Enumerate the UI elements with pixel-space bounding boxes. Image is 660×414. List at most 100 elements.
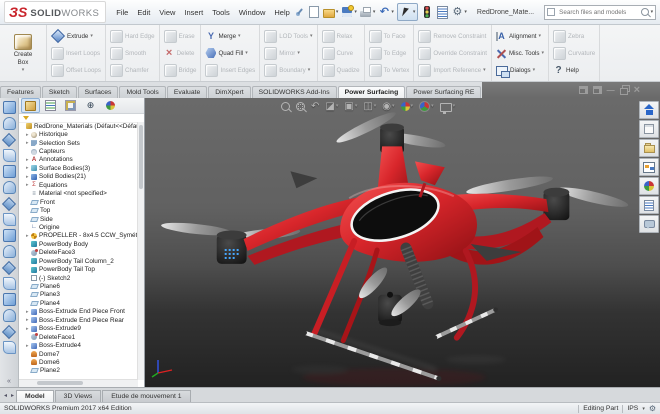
ribbon-to-face[interactable]: To Face	[367, 28, 412, 45]
tree-item-historique[interactable]: ▸Historique	[19, 130, 138, 138]
status-options-icon[interactable]: ⚙	[649, 404, 656, 414]
tree-item-annotations[interactable]: ▸Annotations	[19, 156, 138, 164]
tree-item-dome7[interactable]: Dome7	[19, 350, 138, 358]
tree-item-side[interactable]: Side	[19, 215, 138, 223]
menu-file[interactable]: File	[116, 8, 128, 17]
previous-window-button[interactable]	[579, 85, 588, 95]
tab-power-surfacing[interactable]: Power Surfacing	[338, 86, 406, 98]
swept-surface-button[interactable]	[1, 148, 17, 163]
ribbon-offset-loops[interactable]: Offset Loops	[49, 62, 103, 79]
ribbon-insert-edges[interactable]: Insert Edges	[203, 62, 257, 79]
dropdown-caret[interactable]: ▾	[431, 101, 434, 112]
ribbon-bridge[interactable]: Bridge	[162, 62, 199, 79]
select-button[interactable]: ▾	[397, 3, 419, 21]
view-settings-button[interactable]: ▾	[440, 101, 456, 112]
ribbon-curvature[interactable]: Curvature	[551, 45, 597, 62]
file-explorer-button[interactable]	[639, 139, 659, 157]
ribbon-override-constraint[interactable]: Override Constraint	[416, 45, 489, 62]
tab-property-manager[interactable]	[41, 98, 60, 113]
ribbon-boundary[interactable]: Boundary▾	[262, 62, 314, 79]
tree-item-front[interactable]: Front	[19, 198, 138, 206]
edit-appearance-button[interactable]: ▾	[401, 101, 414, 112]
view-palette-button[interactable]	[639, 158, 659, 176]
ribbon-remove-constraint[interactable]: Remove Constraint	[416, 28, 489, 45]
ribbon-create-box[interactable]: CreateBox▾	[2, 34, 44, 73]
tree-item-powerbody-tail-top[interactable]: PowerBody Tail Top	[19, 265, 138, 273]
solidworks-forum-button[interactable]	[639, 215, 659, 233]
status-units[interactable]: IPS	[627, 405, 638, 412]
tab-evaluate[interactable]: Evaluate	[167, 86, 207, 98]
scrollbar-thumb[interactable]	[37, 381, 83, 385]
ribbon-lod-tools[interactable]: LOD Tools▾	[262, 28, 314, 45]
menu-insert[interactable]: Insert	[184, 8, 203, 17]
ribbon-import-reference[interactable]: Import Reference▾	[416, 62, 489, 79]
apply-scene-button[interactable]: ▾	[419, 101, 434, 112]
tab-display-manager[interactable]	[101, 98, 120, 113]
lofted-surface-button[interactable]	[1, 164, 17, 179]
display-style-button[interactable]: ▾	[363, 101, 376, 112]
tree-item-boss-extrude9[interactable]: ▸Boss-Extrude9	[19, 325, 138, 333]
untrim-surface-button[interactable]	[1, 292, 17, 307]
ribbon-merge[interactable]: Merge▾	[203, 28, 257, 45]
tab-featuremanager-design-tree[interactable]	[21, 98, 40, 113]
undo-button[interactable]: ▾	[378, 4, 394, 20]
tree-item-deleteface3[interactable]: DeleteFace3	[19, 249, 138, 257]
dropdown-caret[interactable]: ▾	[411, 101, 414, 112]
tree-item-powerbody-tail-column-2[interactable]: PowerBody Tail Column_2	[19, 257, 138, 265]
menu-tools[interactable]: Tools	[212, 8, 230, 17]
dropdown-caret[interactable]: ▾	[483, 67, 486, 73]
graphics-viewport[interactable]: ▾▾▾▾▾▾▾	[145, 98, 660, 387]
dropdown-caret[interactable]: ▾	[464, 9, 467, 15]
ribbon-quad-fill[interactable]: Quad Fill▾	[203, 45, 257, 62]
tree-item-deleteface1[interactable]: DeleteFace1	[19, 333, 138, 341]
hide-show-items-button[interactable]: ▾	[382, 101, 394, 112]
tab-scroll-left-button[interactable]: ◂	[2, 390, 9, 402]
tree-item-reddrone-materials-d-faut-d-faut-etat-d-a[interactable]: RedDrone_Materials (Défaut<<Défaut>_Etat…	[19, 122, 138, 130]
boundary-surface-button[interactable]	[1, 180, 17, 195]
print-button[interactable]: ▾	[360, 4, 376, 20]
offset-surface-button[interactable]	[1, 116, 17, 131]
ribbon-quadize[interactable]: Quadize	[320, 62, 362, 79]
ribbon-curve[interactable]: Curve	[320, 45, 362, 62]
tree-item-equations[interactable]: ▸Equations	[19, 181, 138, 189]
expand-arrow-icon[interactable]: ▸	[26, 140, 31, 146]
dropdown-caret[interactable]: ▾	[355, 101, 358, 112]
ribbon-smooth[interactable]: Smooth	[108, 45, 157, 62]
ribbon-chamfer[interactable]: Chamfer	[108, 62, 157, 79]
tree-item-plane3[interactable]: Plane3	[19, 291, 138, 299]
trim-surface-button[interactable]	[1, 276, 17, 291]
search-dropdown-caret[interactable]: ▾	[651, 9, 654, 15]
freeform-button[interactable]	[1, 212, 17, 227]
dropdown-caret[interactable]: ▾	[297, 50, 300, 56]
tree-item-plane2[interactable]: Plane2	[19, 367, 138, 375]
tree-item-selection-sets[interactable]: ▸Selection Sets	[19, 139, 138, 147]
tree-item-surface-bodies-3[interactable]: ▸Surface Bodies(3)	[19, 164, 138, 172]
planar-surface-button[interactable]	[1, 100, 17, 115]
new-window-button[interactable]	[593, 85, 602, 95]
ribbon-alignment[interactable]: Alignment▾	[494, 28, 546, 45]
appearances-scenes-button[interactable]	[639, 177, 659, 195]
tree-item-top[interactable]: Top	[19, 206, 138, 214]
dropdown-caret[interactable]: ▾	[533, 67, 536, 73]
tree-item-material-not-specified[interactable]: Material <not specified>	[19, 190, 138, 198]
thicken-button[interactable]	[1, 324, 17, 339]
dropdown-caret[interactable]: ▾	[453, 101, 456, 112]
design-library-button[interactable]	[639, 120, 659, 138]
menu-window[interactable]: Window	[239, 8, 266, 17]
tree-item-solid-bodies-21[interactable]: ▸Solid Bodies(21)	[19, 173, 138, 181]
tab-etude-de-mouvement-1[interactable]: Etude de mouvement 1	[102, 390, 190, 402]
ribbon-mirror[interactable]: Mirror▾	[262, 45, 314, 62]
tree-item-capteurs[interactable]: Capteurs	[19, 147, 138, 155]
previous-view-button[interactable]	[311, 101, 319, 112]
dropdown-caret[interactable]: ▾	[238, 33, 241, 39]
close-document-button[interactable]	[634, 85, 640, 95]
delete-face-button[interactable]	[1, 228, 17, 243]
tab-scroll-right-button[interactable]: ▸	[9, 390, 16, 402]
restore-document-button[interactable]	[620, 85, 629, 95]
dropdown-caret[interactable]: ▾	[542, 50, 545, 56]
dropdown-caret[interactable]: ▾	[373, 9, 376, 15]
tree-item-boss-extrude-end-piece-front[interactable]: ▸Boss-Extrude End Piece Front	[19, 308, 138, 316]
rebuild-traffic-light-button[interactable]	[421, 4, 433, 20]
ribbon-relax[interactable]: Relax	[320, 28, 362, 45]
menu-help[interactable]: Help	[274, 8, 289, 17]
